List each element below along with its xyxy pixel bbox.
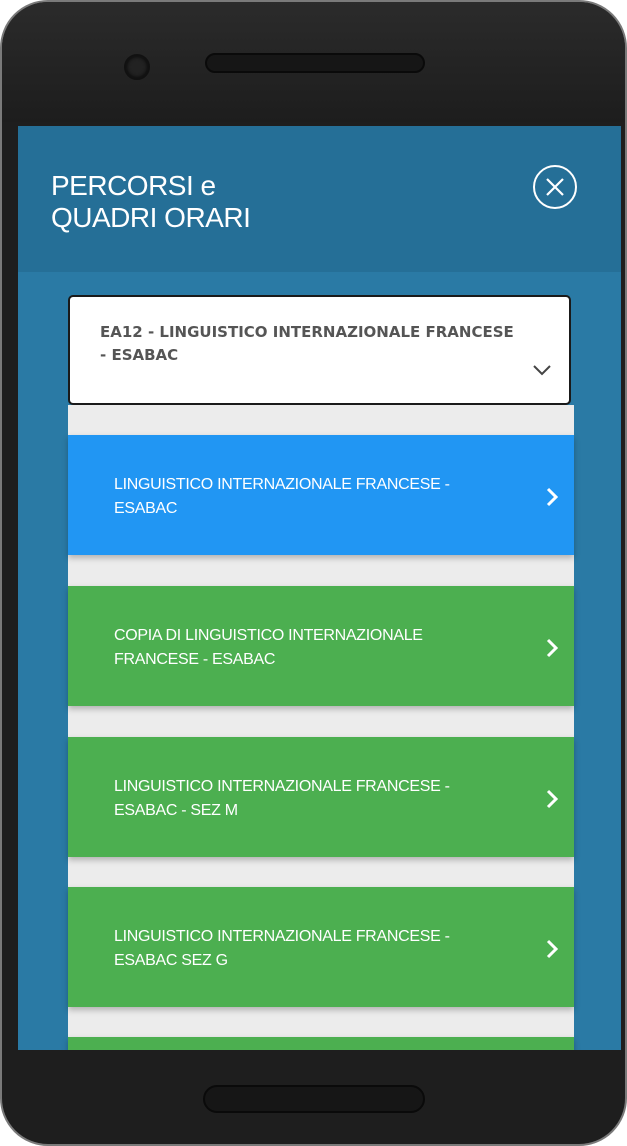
speaker-grille	[205, 53, 425, 73]
course-item-label: LINGUISTICO INTERNAZIONALE FRANCESE - ES…	[114, 778, 450, 819]
course-select[interactable]: EA12 - LINGUISTICO INTERNAZIONALE FRANCE…	[68, 295, 571, 405]
course-select-value: EA12 - LINGUISTICO INTERNAZIONALE FRANCE…	[100, 323, 514, 364]
course-item-label: LINGUISTICO INTERNAZIONALE FRANCESE - ES…	[114, 476, 450, 517]
chevron-right-icon	[546, 939, 558, 959]
close-button[interactable]	[532, 164, 578, 210]
course-item[interactable]: LINGUISTICO INTERNAZIONALE FRANCESE - ES…	[68, 737, 574, 857]
course-item[interactable]: LINGUISTICO INTERNAZIONALE FRANCESE - ES…	[68, 887, 574, 1007]
phone-frame: PERCORSI e QUADRI ORARI EA12 - LINGUISTI…	[0, 0, 627, 1146]
app-screen: PERCORSI e QUADRI ORARI EA12 - LINGUISTI…	[18, 126, 621, 1050]
chevron-right-icon	[546, 638, 558, 658]
home-button[interactable]	[203, 1085, 425, 1113]
course-item[interactable]	[68, 1037, 574, 1050]
course-item-label: COPIA DI LINGUISTICO INTERNAZIONALE FRAN…	[114, 627, 423, 668]
chevron-down-icon	[533, 365, 551, 376]
page-title: PERCORSI e QUADRI ORARI	[51, 170, 251, 233]
chevron-right-icon	[546, 487, 558, 507]
course-item[interactable]: LINGUISTICO INTERNAZIONALE FRANCESE - ES…	[68, 435, 574, 555]
course-item-label: LINGUISTICO INTERNAZIONALE FRANCESE - ES…	[114, 928, 450, 969]
modal-header: PERCORSI e QUADRI ORARI	[18, 126, 621, 272]
camera-icon	[124, 54, 150, 80]
close-circle-icon	[533, 165, 577, 209]
course-item[interactable]: COPIA DI LINGUISTICO INTERNAZIONALE FRAN…	[68, 586, 574, 706]
chevron-right-icon	[546, 789, 558, 809]
